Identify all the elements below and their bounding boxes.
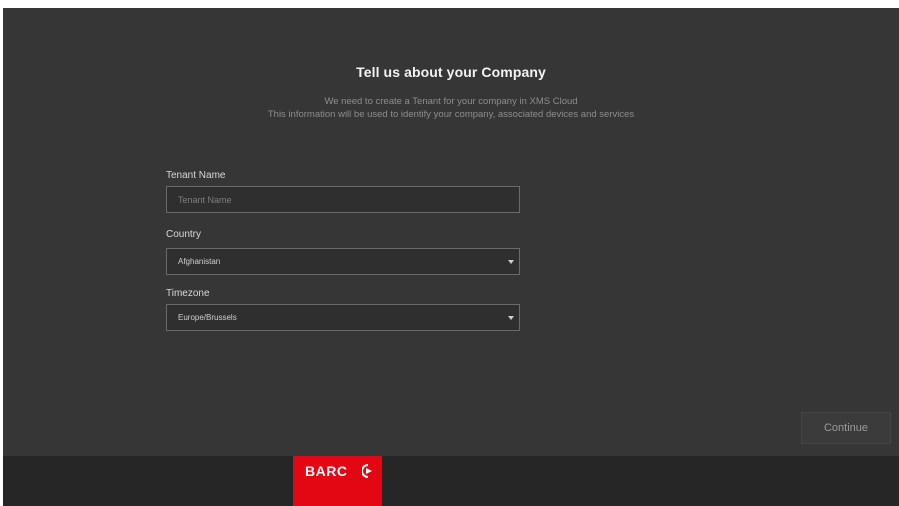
tenant-name-field [166,186,520,213]
subtitle-line-2: This information will be used to identif… [267,109,635,120]
tenant-name-input[interactable] [167,187,519,212]
country-select[interactable]: Afghanistan [166,248,520,275]
barco-arrow-icon [362,464,372,478]
barco-logo: BARC [293,456,382,506]
timezone-label: Timezone [166,288,210,299]
caret-down-icon [508,260,514,264]
app-window: Tell us about your Company We need to cr… [3,8,899,506]
continue-button[interactable]: Continue [801,412,891,444]
caret-down-icon [508,316,514,320]
tenant-name-label: Tenant Name [166,170,226,181]
timezone-select[interactable]: Europe/Brussels [166,304,520,331]
logo-text: BARC [305,463,348,479]
country-label: Country [166,229,202,240]
timezone-selected-value: Europe/Brussels [178,313,237,322]
page-title: Tell us about your Company [356,64,546,80]
footer-bar: BARC [3,456,899,506]
country-selected-value: Afghanistan [178,257,221,266]
subtitle-line-1: We need to create a Tenant for your comp… [324,96,578,107]
main-panel: Tell us about your Company We need to cr… [3,8,899,456]
